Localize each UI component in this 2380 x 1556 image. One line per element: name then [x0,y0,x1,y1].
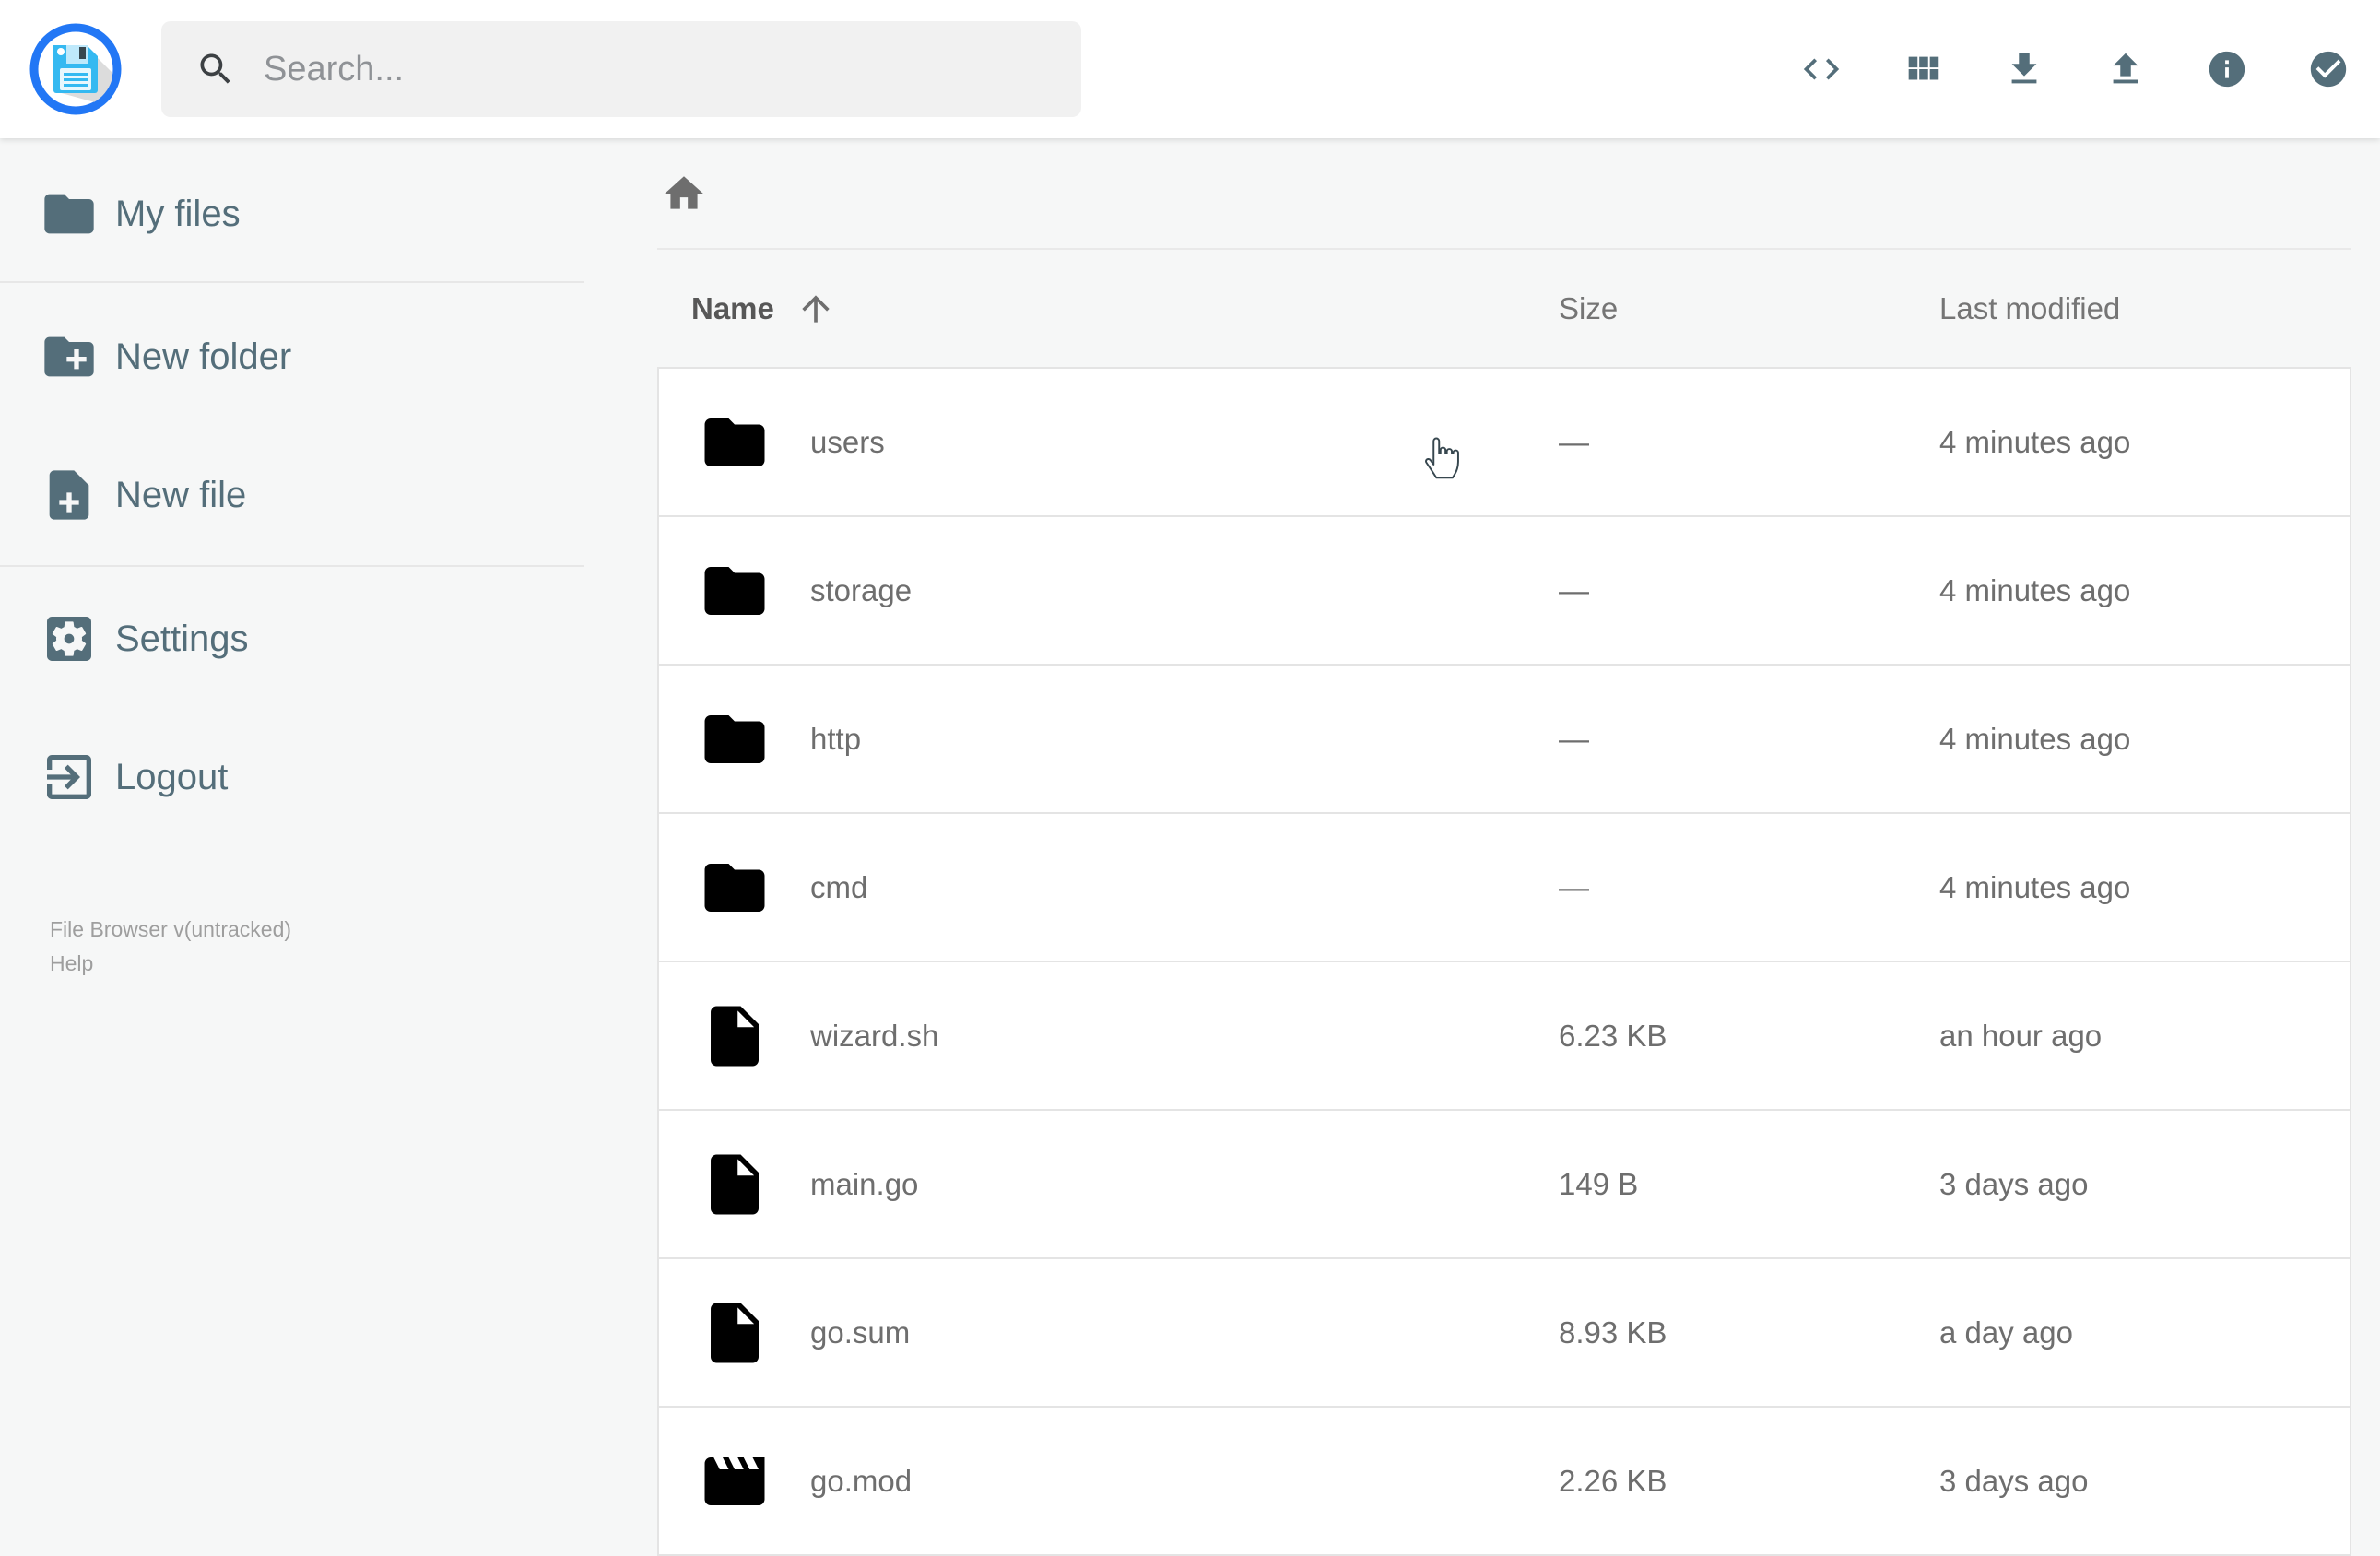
download-button[interactable] [2002,47,2046,91]
help-link[interactable]: Help [50,947,291,981]
file-icon [711,1006,759,1066]
check-circle-icon [2310,51,2347,88]
folder-icon [44,194,94,234]
upload-icon [2113,53,2138,84]
file-name: wizard.sh [810,1018,939,1053]
sidebar-item-new-file[interactable]: New file [0,447,584,543]
sidebar-item-label: My files [115,193,241,234]
sidebar: My files New folder New file Settings Lo… [0,138,584,1530]
sidebar-item-my-files[interactable]: My files [0,166,584,262]
file-modified: 4 minutes ago [1939,721,2131,756]
sidebar-footer: File Browser v(untracked) Help [50,913,291,981]
file-name: http [810,721,862,756]
file-size: — [1559,572,1589,607]
file-icon [711,1154,759,1214]
file-row-cmd[interactable]: cmd — 4 minutes ago [657,812,2351,962]
folder-icon [704,714,765,763]
breadcrumb [657,138,2351,250]
file-size: 2.26 KB [1559,1463,1667,1498]
file-modified: 4 minutes ago [1939,424,2131,459]
file-name: storage [810,572,913,607]
file-modified: 4 minutes ago [1939,572,2131,607]
file-modified: an hour ago [1939,1018,2103,1053]
info-button[interactable] [2205,47,2249,91]
sidebar-divider [0,565,584,567]
download-icon [2011,53,2037,84]
grid-view-icon [1908,56,1939,80]
file-row-go.mod[interactable]: go.mod 2.26 KB 3 days ago [657,1406,2351,1556]
logout-icon [47,755,91,799]
sidebar-item-label: New file [115,474,247,515]
file-row-users[interactable]: users — 4 minutes ago [657,367,2351,517]
settings-icon [47,617,91,661]
movie-icon [704,1456,765,1505]
file-row-storage[interactable]: storage — 4 minutes ago [657,515,2351,666]
create-folder-icon [44,336,94,377]
raw-code-button[interactable] [1799,47,1844,91]
sidebar-item-logout[interactable]: Logout [0,729,584,825]
home-icon [665,175,703,209]
file-row-main.go[interactable]: main.go 149 B 3 days ago [657,1109,2351,1259]
file-size: 6.23 KB [1559,1018,1667,1053]
folder-icon [704,418,765,466]
file-name: go.sum [810,1314,911,1350]
file-modified: 3 days ago [1939,1463,2089,1498]
switch-view-button[interactable] [1901,47,1945,91]
select-multiple-button[interactable] [2306,47,2351,91]
file-size: — [1559,721,1589,756]
version-text: File Browser v(untracked) [50,917,292,941]
file-list: users — 4 minutes ago storage — 4 minute… [657,367,2351,1556]
sort-ascending-icon [802,294,830,323]
file-icon [711,1303,759,1362]
sidebar-divider [0,281,584,283]
file-size: — [1559,869,1589,904]
file-size: — [1559,424,1589,459]
file-row-wizard.sh[interactable]: wizard.sh 6.23 KB an hour ago [657,961,2351,1111]
search-input[interactable] [264,49,1081,89]
file-name: go.mod [810,1463,913,1498]
file-size: 149 B [1559,1166,1639,1201]
sidebar-item-label: Logout [115,756,229,797]
info-icon [2209,51,2245,88]
folder-icon [704,863,765,912]
folder-icon [704,566,765,615]
sidebar-item-new-folder[interactable]: New folder [0,309,584,405]
sidebar-item-label: Settings [115,618,249,659]
create-file-icon [49,470,89,520]
file-size: 8.93 KB [1559,1314,1667,1350]
search-icon [200,53,230,84]
toolbar-actions [1799,0,2351,138]
filebrowser-logo[interactable] [29,23,122,115]
file-name: cmd [810,869,868,904]
breadcrumb-home-button[interactable] [661,171,707,217]
code-icon [1803,58,1840,80]
file-modified: 4 minutes ago [1939,869,2131,904]
column-header-modified[interactable]: Last modified [1939,291,2351,326]
file-name: main.go [810,1166,919,1201]
file-row-go.sum[interactable]: go.sum 8.93 KB a day ago [657,1257,2351,1408]
main-content: Name Size Last modified users — 4 minute… [584,138,2351,1556]
upload-button[interactable] [2103,47,2148,91]
search-bar [161,21,1081,117]
sidebar-item-settings[interactable]: Settings [0,591,584,687]
floppy-disk-logo-icon [29,23,122,115]
file-modified: 3 days ago [1939,1166,2089,1201]
file-modified: a day ago [1939,1314,2073,1350]
sidebar-item-label: New folder [115,336,292,377]
column-header-size[interactable]: Size [1559,291,1939,326]
file-name: users [810,424,885,459]
column-header-name[interactable]: Name [691,289,1559,329]
top-bar [0,0,2380,138]
listing-header: Name Size Last modified [657,250,2351,367]
file-row-http[interactable]: http — 4 minutes ago [657,664,2351,814]
